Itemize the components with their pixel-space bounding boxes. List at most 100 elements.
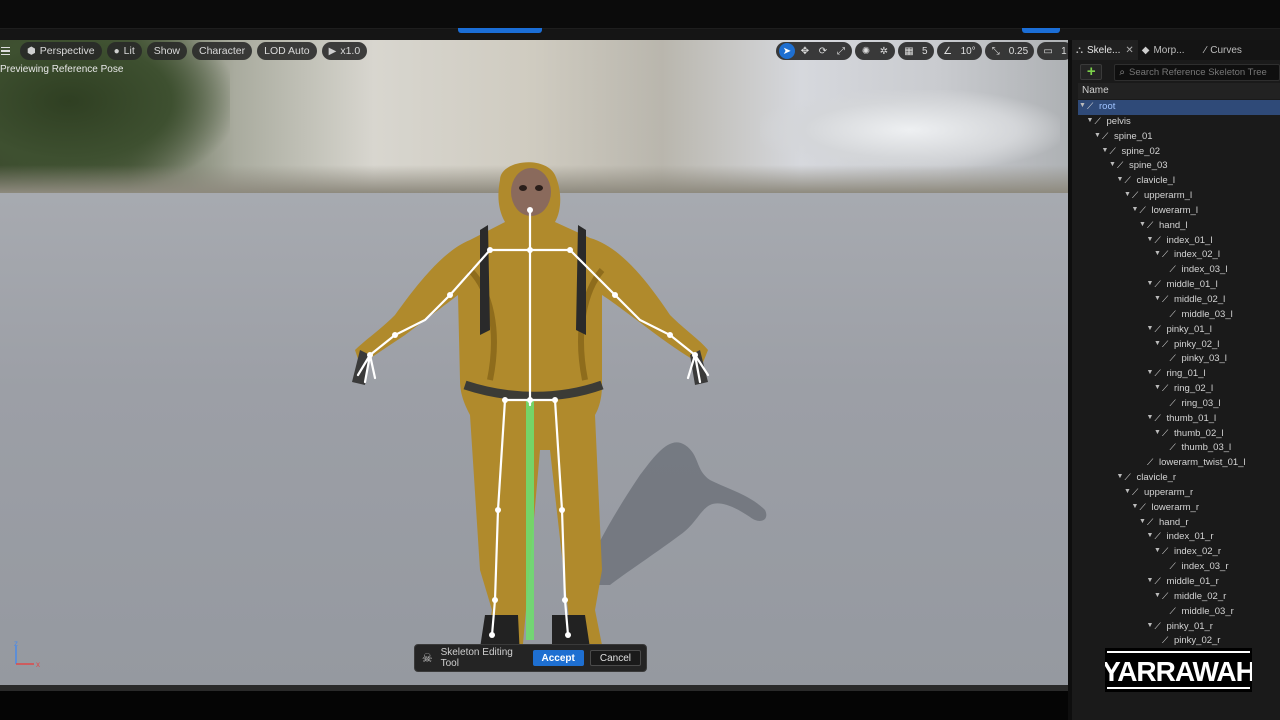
bone-row[interactable]: ▼ ⟋ pinky_02_l bbox=[1078, 338, 1280, 353]
expand-arrow-icon[interactable]: ▼ bbox=[1154, 340, 1161, 347]
expand-arrow-icon[interactable]: ▼ bbox=[1132, 206, 1139, 213]
tab-curves[interactable]: ∕ Curves bbox=[1201, 40, 1246, 60]
expand-arrow-icon[interactable]: ▼ bbox=[1154, 295, 1161, 302]
bone-row[interactable]: ▼ ⟋ middle_01_r bbox=[1078, 575, 1280, 590]
bone-row[interactable]: ▼ ⟋ index_01_l bbox=[1078, 234, 1280, 249]
rotation-snap-group[interactable]: ∠ 10° bbox=[936, 42, 982, 60]
bone-row[interactable]: ▼ ⟋ pinky_01_l bbox=[1078, 323, 1280, 338]
active-mode-indicator[interactable] bbox=[458, 28, 542, 33]
bone-row[interactable]: ▼ ⟋ pelvis bbox=[1078, 115, 1280, 130]
cancel-button[interactable]: Cancel bbox=[589, 650, 641, 666]
translate-icon[interactable]: ✥ bbox=[797, 43, 813, 59]
character-mesh[interactable] bbox=[340, 150, 720, 670]
bone-row[interactable]: ⟋ pinky_03_l bbox=[1078, 352, 1280, 367]
bone-row[interactable]: ▼ ⟋ middle_02_l bbox=[1078, 293, 1280, 308]
bone-icon: ⟋ bbox=[1109, 145, 1116, 156]
search-box[interactable]: ⌕ bbox=[1114, 63, 1280, 81]
expand-arrow-icon[interactable]: ▼ bbox=[1147, 577, 1154, 584]
bone-row[interactable]: ▼ ⟋ spine_01 bbox=[1078, 130, 1280, 145]
bone-row[interactable]: ⟋ index_03_r bbox=[1078, 560, 1280, 575]
bone-row[interactable]: ▼ ⟋ ring_01_l bbox=[1078, 367, 1280, 382]
bone-row[interactable]: ▼ ⟋ index_02_l bbox=[1078, 248, 1280, 263]
bone-row[interactable]: ▼ ⟋ lowerarm_l bbox=[1078, 204, 1280, 219]
tab-skeleton-tree[interactable]: ⛬ Skele... ✕ bbox=[1072, 40, 1138, 60]
add-bone-button[interactable]: + bbox=[1080, 64, 1103, 80]
expand-arrow-icon[interactable]: ▼ bbox=[1087, 117, 1094, 124]
expand-arrow-icon[interactable]: ▼ bbox=[1147, 236, 1154, 243]
expand-arrow-icon[interactable]: ▼ bbox=[1147, 622, 1154, 629]
scale-snap-group[interactable]: ⤡ 0.25 bbox=[984, 42, 1035, 60]
bone-row[interactable]: ▼ ⟋ middle_02_r bbox=[1078, 590, 1280, 605]
active-editor-indicator[interactable] bbox=[1022, 28, 1060, 33]
bone-row[interactable]: ▼ ⟋ thumb_02_l bbox=[1078, 427, 1280, 442]
bone-row[interactable]: ▼ ⟋ root bbox=[1078, 100, 1280, 115]
bone-row[interactable]: ▼ ⟋ upperarm_l bbox=[1078, 189, 1280, 204]
tab-morph-targets[interactable]: ◆ Morp... bbox=[1138, 40, 1189, 60]
expand-arrow-icon[interactable]: ▼ bbox=[1132, 503, 1139, 510]
expand-arrow-icon[interactable]: ▼ bbox=[1079, 102, 1086, 109]
bone-icon: ⟋ bbox=[1162, 546, 1169, 557]
column-header-name[interactable]: Name bbox=[1078, 83, 1280, 99]
expand-arrow-icon[interactable]: ▼ bbox=[1154, 429, 1161, 436]
viewport[interactable]: z x bbox=[0, 40, 1068, 685]
bone-row[interactable]: ▼ ⟋ spine_02 bbox=[1078, 145, 1280, 160]
bone-row[interactable]: ⟋ pinky_02_r bbox=[1078, 634, 1280, 649]
expand-arrow-icon[interactable]: ▼ bbox=[1154, 384, 1161, 391]
grid-snap-group[interactable]: ▦ 5 bbox=[898, 42, 934, 60]
search-input[interactable] bbox=[1129, 66, 1279, 78]
bone-row[interactable]: ▼ ⟋ ring_02_l bbox=[1078, 382, 1280, 397]
bone-row[interactable]: ▼ ⟋ index_02_r bbox=[1078, 545, 1280, 560]
bone-row[interactable]: ▼ ⟋ hand_r bbox=[1078, 516, 1280, 531]
rotate-icon[interactable]: ⟳ bbox=[815, 43, 831, 59]
bone-row[interactable]: ▼ ⟋ clavicle_r bbox=[1078, 471, 1280, 486]
expand-arrow-icon[interactable]: ▼ bbox=[1147, 325, 1154, 332]
bone-row[interactable]: ▼ ⟋ middle_01_l bbox=[1078, 278, 1280, 293]
bone-row[interactable]: ▼ ⟋ clavicle_l bbox=[1078, 174, 1280, 189]
expand-arrow-icon[interactable]: ▼ bbox=[1124, 488, 1131, 495]
accept-button[interactable]: Accept bbox=[532, 650, 584, 666]
bone-row[interactable]: ⟋ index_03_l bbox=[1078, 263, 1280, 278]
bone-icon: ⟋ bbox=[1139, 501, 1146, 512]
bone-row[interactable]: ▼ ⟋ hand_l bbox=[1078, 219, 1280, 234]
close-icon[interactable]: ✕ bbox=[1125, 45, 1133, 56]
bone-row[interactable]: ▼ ⟋ thumb_01_l bbox=[1078, 412, 1280, 427]
bone-row[interactable]: ▼ ⟋ lowerarm_r bbox=[1078, 501, 1280, 516]
bone-row[interactable]: ⟋ middle_03_r bbox=[1078, 605, 1280, 620]
expand-arrow-icon[interactable]: ▼ bbox=[1154, 592, 1161, 599]
bone-row[interactable]: ▼ ⟋ upperarm_r bbox=[1078, 486, 1280, 501]
expand-arrow-icon[interactable]: ▼ bbox=[1124, 191, 1131, 198]
bone-row[interactable]: ⟋ lowerarm_twist_01_l bbox=[1078, 456, 1280, 471]
lod-button[interactable]: LOD Auto bbox=[257, 42, 317, 60]
playback-speed-button[interactable]: ▶ x1.0 bbox=[321, 42, 368, 60]
expand-arrow-icon[interactable]: ▼ bbox=[1154, 547, 1161, 554]
expand-arrow-icon[interactable]: ▼ bbox=[1094, 132, 1101, 139]
expand-arrow-icon[interactable]: ▼ bbox=[1139, 221, 1146, 228]
bone-row[interactable]: ⟋ thumb_03_l bbox=[1078, 441, 1280, 456]
bone-label: thumb_01_l bbox=[1166, 412, 1217, 424]
character-button[interactable]: Character bbox=[192, 42, 253, 60]
expand-arrow-icon[interactable]: ▼ bbox=[1147, 369, 1154, 376]
perspective-button[interactable]: ⬢ Perspective bbox=[20, 42, 102, 60]
expand-arrow-icon[interactable]: ▼ bbox=[1117, 473, 1124, 480]
expand-arrow-icon[interactable]: ▼ bbox=[1139, 518, 1146, 525]
bone-row[interactable]: ▼ ⟋ spine_03 bbox=[1078, 159, 1280, 174]
expand-arrow-icon[interactable]: ▼ bbox=[1147, 532, 1154, 539]
expand-arrow-icon[interactable]: ▼ bbox=[1102, 147, 1109, 154]
select-cursor-icon[interactable]: ➤ bbox=[779, 43, 795, 59]
show-button[interactable]: Show bbox=[146, 42, 187, 60]
lit-button[interactable]: ● Lit bbox=[106, 42, 142, 60]
expand-arrow-icon[interactable]: ▼ bbox=[1154, 250, 1161, 257]
expand-arrow-icon[interactable]: ▼ bbox=[1147, 414, 1154, 421]
hamburger-icon[interactable] bbox=[1, 41, 15, 61]
expand-arrow-icon[interactable]: ▼ bbox=[1109, 161, 1116, 168]
bone-row[interactable]: ▼ ⟋ pinky_01_r bbox=[1078, 620, 1280, 635]
world-space-icon[interactable]: ✺ bbox=[858, 43, 874, 59]
expand-arrow-icon[interactable]: ▼ bbox=[1147, 280, 1154, 287]
bone-row[interactable]: ▼ ⟋ index_01_r bbox=[1078, 530, 1280, 545]
scale-icon[interactable]: ⤢ bbox=[833, 43, 849, 59]
bone-row[interactable]: ⟋ middle_03_l bbox=[1078, 308, 1280, 323]
surface-snap-icon[interactable]: ✲ bbox=[876, 43, 892, 59]
viewport-scrollbar[interactable] bbox=[0, 685, 1068, 691]
expand-arrow-icon[interactable]: ▼ bbox=[1117, 176, 1124, 183]
bone-row[interactable]: ⟋ ring_03_l bbox=[1078, 397, 1280, 412]
